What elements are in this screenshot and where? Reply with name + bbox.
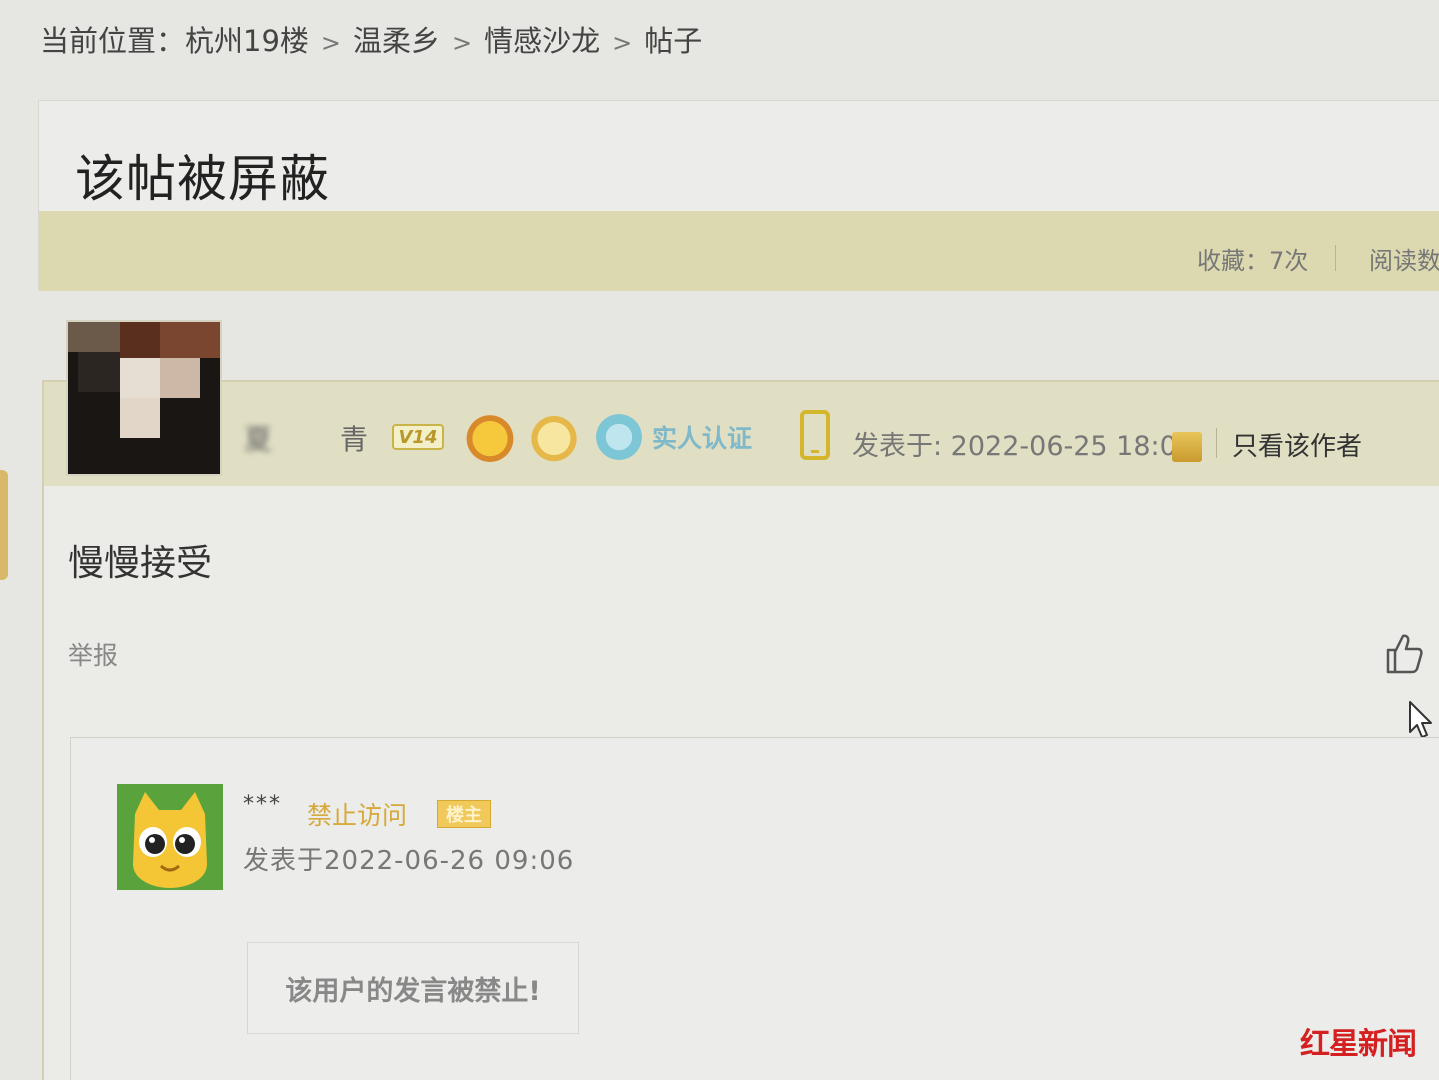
breadcrumb-item-site[interactable]: 杭州19楼 (185, 24, 309, 58)
breadcrumb-separator: > (452, 29, 473, 57)
breadcrumb-item-forum[interactable]: 情感沙龙 (484, 24, 600, 58)
banned-notice: 该用户的发言被禁止! (247, 942, 579, 1034)
cartoon-cat-avatar-icon (117, 784, 223, 890)
author-name[interactable]: 青 (340, 418, 368, 458)
verified-label: 实人认证 (652, 424, 753, 453)
avatar-pixel (120, 322, 160, 358)
mouse-cursor-icon (1409, 701, 1432, 738)
mobile-phone-icon (800, 410, 830, 460)
original-post: 夏 青 V14 实人认证 发表于: 2022-06-25 18:03 只看该作者… (42, 380, 1439, 1080)
thumbs-up-icon[interactable] (1384, 632, 1424, 674)
thread-stats-bar: 收藏：7次 阅读数 (39, 211, 1439, 291)
verified-badge: 实人认证 (596, 414, 752, 460)
breadcrumb-prefix: 当前位置： (40, 24, 186, 58)
read-count-label: 阅读数 (1369, 247, 1439, 275)
news-watermark: 红星新闻 (1300, 1012, 1434, 1070)
post-content: 慢慢接受 (68, 543, 213, 584)
header-divider (1216, 428, 1217, 458)
avatar-pixel (160, 322, 220, 358)
breadcrumb-separator: > (320, 29, 342, 57)
reply-timestamp: 发表于2022-06-26 09:06 (243, 846, 575, 876)
only-author-link[interactable]: 只看该作者 (1232, 426, 1362, 463)
folder-icon[interactable] (1172, 432, 1202, 462)
thread-owner-badge: 楼主 (437, 800, 491, 828)
post-timestamp: 发表于: 2022-06-25 18:03 (852, 431, 1194, 462)
breadcrumb-item-current: 帖子 (644, 24, 703, 58)
reply-author-name[interactable]: *** (243, 792, 282, 817)
breadcrumb-item-section[interactable]: 温柔乡 (353, 24, 440, 58)
breadcrumb-separator: > (612, 29, 633, 57)
breadcrumb: 当前位置：杭州19楼 > 温柔乡 > 情感沙龙 > 帖子 (40, 18, 702, 60)
thread-title-box: 该帖被屏蔽 收藏：7次 阅读数 (38, 100, 1439, 291)
author-avatar[interactable] (66, 320, 222, 476)
page-title: 该帖被屏蔽 (75, 150, 330, 208)
avatar-pixel (68, 322, 120, 352)
medal-icon[interactable] (464, 410, 516, 462)
report-link[interactable]: 举报 (68, 636, 118, 672)
medal-icon[interactable] (528, 410, 580, 462)
stats-divider (1335, 245, 1336, 271)
level-badge: V14 (392, 424, 444, 450)
favorites-count: 收藏：7次 (1197, 247, 1309, 275)
reply-avatar[interactable] (117, 784, 223, 890)
avatar-pixel (160, 358, 200, 398)
post-header: 夏 青 V14 实人认证 发表于: 2022-06-25 18:03 只看该作者 (44, 382, 1439, 486)
watermark-logo-text: 红星新闻 (1300, 1027, 1417, 1062)
reply-access-status: 禁止访问 (307, 801, 408, 830)
avatar-pixel (120, 358, 160, 398)
page-edge-shade (0, 470, 8, 580)
verified-icon (596, 414, 642, 460)
avatar-pixel (78, 352, 120, 392)
reply-post: *** 禁止访问 楼主 发表于2022-06-26 09:06 该用户的发言被禁… (70, 737, 1439, 1080)
author-name-obscured[interactable]: 夏 (244, 418, 272, 458)
avatar-pixel (120, 398, 160, 438)
